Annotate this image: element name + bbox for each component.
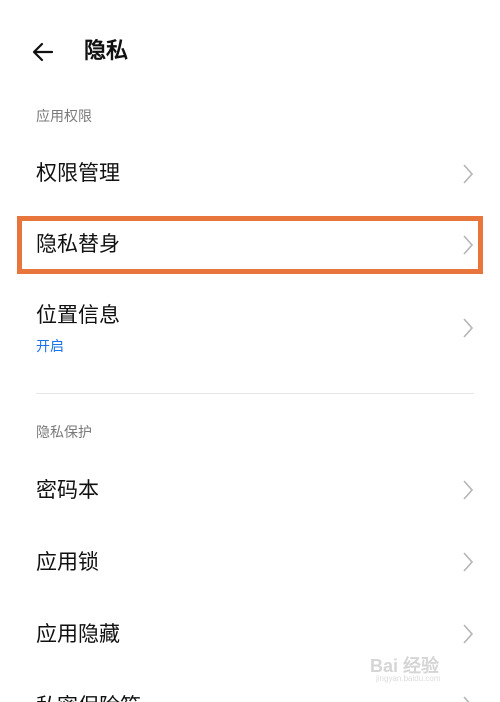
chevron-right-icon (463, 235, 474, 255)
row-label: 权限管理 (36, 161, 120, 185)
row-label: 密码本 (36, 478, 99, 502)
chevron-right-icon (463, 164, 474, 184)
section-title-privacy-protection: 隐私保护 (36, 425, 92, 441)
header-bar: 隐私 (0, 28, 500, 76)
watermark-url: jingyan.baidu.com (376, 674, 441, 683)
chevron-right-icon (463, 696, 470, 702)
row-privacy-substitute[interactable]: 隐私替身 (0, 218, 500, 272)
row-label: 隐私替身 (36, 232, 120, 256)
privacy-settings-screen: 隐私 应用权限 权限管理 隐私替身 位置信息 开启 隐私保护 密码本 应用锁 应… (0, 0, 500, 702)
row-label: 位置信息 (36, 303, 120, 327)
baidu-jingyan-watermark: Bai 经验 jingyan.baidu.com (370, 652, 470, 686)
chevron-right-icon (463, 624, 474, 644)
row-permission-management[interactable]: 权限管理 (0, 146, 500, 202)
section-divider (36, 393, 474, 394)
row-label: 应用隐藏 (36, 622, 120, 646)
page-title: 隐私 (84, 39, 129, 64)
row-status-text: 开启 (36, 339, 64, 355)
arrow-left-icon (32, 42, 54, 62)
row-app-lock[interactable]: 应用锁 (0, 534, 500, 590)
row-location-info[interactable]: 位置信息 开启 (0, 290, 500, 374)
section-title-app-permissions: 应用权限 (36, 109, 92, 125)
row-label: 私密保险箱 (36, 691, 141, 702)
chevron-right-icon (463, 318, 474, 338)
back-button[interactable] (30, 38, 60, 66)
row-label: 应用锁 (36, 550, 99, 574)
chevron-right-icon (463, 552, 474, 572)
row-password-book[interactable]: 密码本 (0, 462, 500, 518)
chevron-right-icon (463, 480, 474, 500)
